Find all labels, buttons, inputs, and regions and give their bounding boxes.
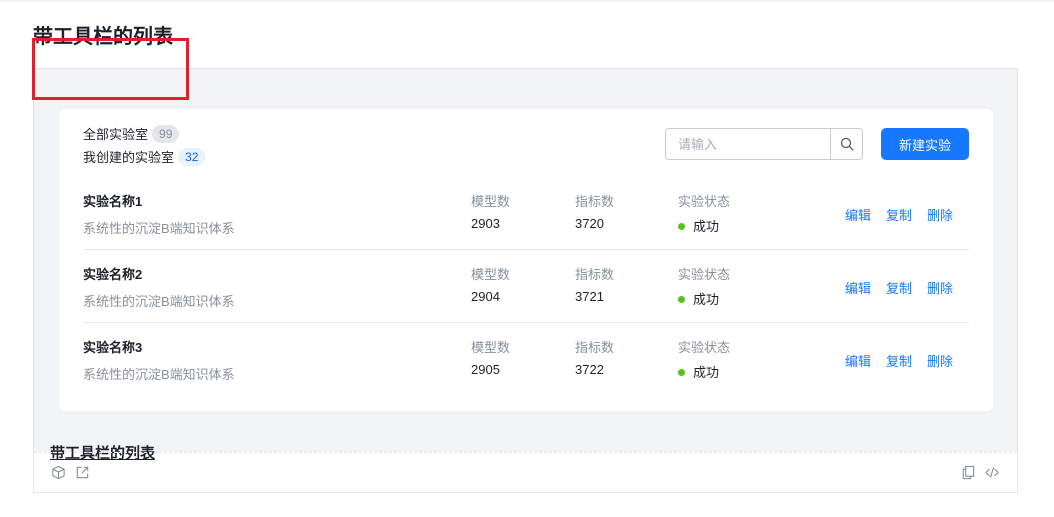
- count-badge: 99: [152, 124, 180, 143]
- edit-link[interactable]: 编辑: [845, 205, 871, 224]
- status-value: 成功: [678, 216, 730, 235]
- code-icon-graphic: [985, 466, 999, 478]
- metrics-value: 3720: [575, 216, 604, 231]
- copy-link[interactable]: 复制: [886, 278, 912, 297]
- metrics-value: 3722: [575, 362, 604, 377]
- search-button[interactable]: [830, 129, 862, 159]
- success-dot-icon: [678, 369, 685, 377]
- edit-link[interactable]: 编辑: [845, 278, 871, 297]
- filter-all-labs[interactable]: 全部实验室 99: [83, 123, 205, 144]
- models-value: 2903: [471, 216, 500, 231]
- metrics-label: 指标数: [575, 267, 615, 282]
- item-name: 实验名称1: [83, 194, 143, 209]
- copy-icon-graphic: [962, 465, 974, 479]
- status-value: 成功: [678, 362, 730, 381]
- filter-group: 全部实验室 99 我创建的实验室 32: [83, 123, 206, 167]
- models-label: 模型数: [471, 340, 511, 355]
- row-actions: 编辑 复制 删除: [845, 205, 953, 224]
- delete-link[interactable]: 删除: [927, 278, 953, 297]
- list-item: 实验名称1 系统性的沉淀B端知识体系 模型数 2903 指标数 3720 实验状…: [83, 177, 969, 250]
- status-text: 成功: [693, 292, 720, 307]
- count-badge: 32: [178, 147, 206, 166]
- external-link-icon-graphic: [76, 466, 88, 478]
- models-column: 模型数 2904: [471, 264, 510, 304]
- delete-link[interactable]: 删除: [927, 205, 953, 224]
- search-icon: [840, 137, 853, 151]
- cube-icon-graphic: [51, 465, 65, 479]
- models-column: 模型数 2903: [471, 191, 510, 231]
- list-card: 全部实验室 99 我创建的实验室 32 新建实验: [59, 109, 993, 411]
- edit-link[interactable]: 编辑: [845, 351, 871, 370]
- status-column: 实验状态 成功: [678, 191, 730, 235]
- status-label: 实验状态: [678, 267, 731, 282]
- metrics-label: 指标数: [575, 340, 615, 355]
- metrics-column: 指标数 3721: [575, 264, 614, 304]
- demo-divider: [34, 452, 1017, 453]
- item-name: 实验名称3: [83, 340, 143, 355]
- item-description: 系统性的沉淀B端知识体系: [83, 367, 235, 382]
- filter-label: 我创建的实验室: [83, 150, 175, 165]
- page-title: 带工具栏的列表: [33, 26, 173, 48]
- delete-link[interactable]: 删除: [927, 351, 953, 370]
- status-label: 实验状态: [678, 194, 731, 209]
- copy-icon[interactable]: [960, 464, 976, 480]
- models-label: 模型数: [471, 267, 511, 282]
- list-item: 实验名称3 系统性的沉淀B端知识体系 模型数 2905 指标数 3722 实验状…: [83, 323, 969, 396]
- status-text: 成功: [693, 219, 720, 234]
- item-description: 系统性的沉淀B端知识体系: [83, 294, 235, 309]
- code-icon[interactable]: [984, 464, 1000, 480]
- new-experiment-button[interactable]: 新建实验: [881, 128, 969, 160]
- external-link-icon[interactable]: [74, 464, 90, 480]
- demo-container: 全部实验室 99 我创建的实验室 32 新建实验: [33, 68, 1018, 493]
- copy-link[interactable]: 复制: [886, 351, 912, 370]
- filter-my-labs[interactable]: 我创建的实验室 32: [83, 146, 206, 167]
- search-box: [665, 128, 863, 160]
- status-column: 实验状态 成功: [678, 264, 730, 308]
- status-label: 实验状态: [678, 340, 731, 355]
- models-value: 2905: [471, 362, 500, 377]
- row-actions: 编辑 复制 删除: [845, 351, 953, 370]
- metrics-column: 指标数 3720: [575, 191, 614, 231]
- filter-label: 全部实验室: [83, 127, 149, 142]
- success-dot-icon: [678, 296, 685, 304]
- models-label: 模型数: [471, 194, 511, 209]
- status-value: 成功: [678, 289, 730, 308]
- row-actions: 编辑 复制 删除: [845, 278, 953, 297]
- status-column: 实验状态 成功: [678, 337, 730, 381]
- experiment-list: 实验名称1 系统性的沉淀B端知识体系 模型数 2903 指标数 3720 实验状…: [83, 177, 969, 396]
- item-name: 实验名称2: [83, 267, 143, 282]
- success-dot-icon: [678, 223, 685, 231]
- status-text: 成功: [693, 365, 720, 380]
- metrics-value: 3721: [575, 289, 604, 304]
- copy-link[interactable]: 复制: [886, 205, 912, 224]
- models-value: 2904: [471, 289, 500, 304]
- metrics-label: 指标数: [575, 194, 615, 209]
- top-divider: [0, 0, 1054, 2]
- item-description: 系统性的沉淀B端知识体系: [83, 221, 235, 236]
- demo-preview-area: 全部实验室 99 我创建的实验室 32 新建实验: [34, 69, 1017, 452]
- search-input[interactable]: [666, 129, 830, 159]
- cube-icon[interactable]: [50, 464, 66, 480]
- metrics-column: 指标数 3722: [575, 337, 614, 377]
- list-item: 实验名称2 系统性的沉淀B端知识体系 模型数 2904 指标数 3721 实验状…: [83, 250, 969, 323]
- models-column: 模型数 2905: [471, 337, 510, 377]
